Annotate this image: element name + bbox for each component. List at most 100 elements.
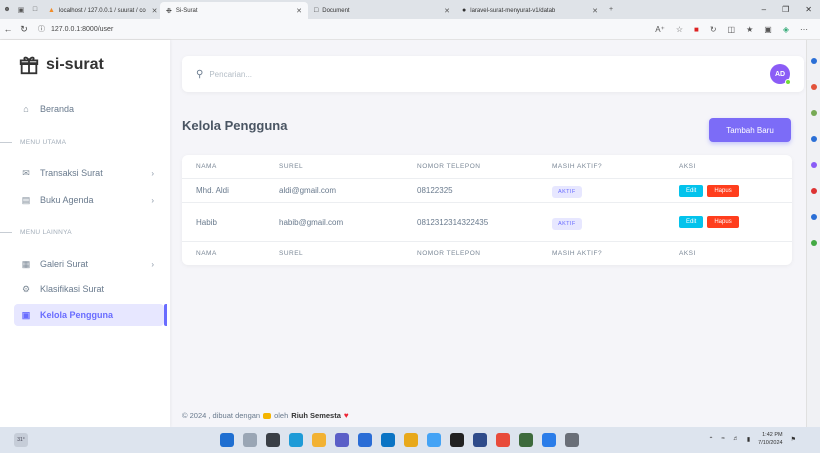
column-header-surel[interactable]: SUREL <box>279 163 303 170</box>
photos-icon[interactable] <box>473 433 487 447</box>
vscode-icon[interactable] <box>358 433 372 447</box>
browser-tab-document[interactable]: □ Document ✕ <box>308 2 456 19</box>
split-screen-icon[interactable]: ◫ <box>728 25 736 34</box>
notification-bell-icon[interactable]: ⚑ <box>791 436 796 443</box>
github-icon: ● <box>462 7 467 14</box>
column-footer-nama: NAMA <box>196 250 217 257</box>
close-window-icon[interactable]: ✕ <box>805 5 812 14</box>
add-user-button[interactable]: Tambah Baru <box>709 118 791 142</box>
sidebar-item-label: Buku Agenda <box>40 195 94 205</box>
wifi-icon[interactable]: ≈ <box>722 436 725 442</box>
edit-button[interactable]: Edit <box>679 216 704 228</box>
sidebar-item-agenda[interactable]: ▤ Buku Agenda › <box>18 189 166 211</box>
cell-telepon: 08122325 <box>417 186 453 195</box>
close-tab-icon[interactable]: ✕ <box>146 7 158 15</box>
tab-actions-icon[interactable]: □ <box>28 6 42 13</box>
column-header-nama[interactable]: NAMA <box>196 163 217 170</box>
outlook-icon[interactable] <box>811 188 817 194</box>
url-text[interactable]: 127.0.0.1:8000/user <box>51 26 113 33</box>
delete-button[interactable]: Hapus <box>707 216 739 228</box>
column-header-telepon[interactable]: NOMOR TELEPON <box>417 163 480 170</box>
collections-icon[interactable]: ▣ <box>764 25 772 34</box>
sidebar-item-transaksi[interactable]: ✉ Transaksi Surat › <box>18 162 166 184</box>
read-aloud-icon[interactable]: A⁺ <box>655 25 665 34</box>
close-tab-icon[interactable]: ✕ <box>438 7 450 15</box>
browser-app-icon[interactable] <box>427 433 441 447</box>
close-tab-icon[interactable]: ✕ <box>586 7 598 15</box>
search-sidebar-icon[interactable] <box>811 58 817 64</box>
back-icon[interactable]: ← <box>0 24 16 34</box>
delete-button[interactable]: Hapus <box>707 184 739 197</box>
brand[interactable]: si-surat <box>18 54 104 76</box>
volume-icon[interactable]: ♬ <box>733 436 739 442</box>
favorites-list-icon[interactable]: ★ <box>746 25 753 34</box>
tab-title: Document <box>322 7 350 14</box>
sidebar-item-galeri[interactable]: ▦ Galeri Surat › <box>18 253 166 275</box>
chrome-icon[interactable] <box>404 433 418 447</box>
tab-title: laravel-surat-menyurat-v1/datab <box>470 7 556 14</box>
footer-author-link[interactable]: Riuh Semesta <box>291 411 341 420</box>
chevron-right-icon: › <box>151 195 154 205</box>
chevron-up-icon[interactable]: ⌃ <box>709 436 714 443</box>
sidebar-item-beranda[interactable]: ⌂ Beranda <box>18 98 166 120</box>
edge-icon[interactable] <box>289 433 303 447</box>
column-header-status[interactable]: MASIH AKTIF? <box>552 163 602 170</box>
sidebar-item-pengguna[interactable]: ▣ Kelola Pengguna <box>14 304 164 326</box>
teams-icon[interactable] <box>335 433 349 447</box>
browser-tab-sisurat[interactable]: ❉ Si-Surat ✕ <box>160 2 308 19</box>
store-icon[interactable] <box>381 433 395 447</box>
file-explorer-icon[interactable] <box>312 433 326 447</box>
chevron-right-icon: › <box>151 168 154 178</box>
search-input[interactable] <box>209 69 410 79</box>
taskbar-search-icon[interactable] <box>243 433 257 447</box>
close-tab-icon[interactable]: ✕ <box>290 7 302 15</box>
avatar[interactable]: AD <box>770 64 791 85</box>
drop-icon[interactable] <box>811 214 817 220</box>
terminal-icon[interactable] <box>565 433 579 447</box>
office-icon[interactable] <box>811 162 817 168</box>
restore-icon[interactable]: ❐ <box>782 5 789 14</box>
workspaces-icon[interactable]: ▣ <box>14 6 28 14</box>
mail-app-icon[interactable] <box>496 433 510 447</box>
minimize-icon[interactable]: – <box>762 5 766 14</box>
sidebar-item-klasifikasi[interactable]: ⚙ Klasifikasi Surat <box>18 278 166 300</box>
add-app-icon[interactable] <box>811 240 817 246</box>
task-view-icon[interactable] <box>266 433 280 447</box>
new-tab-icon[interactable]: + <box>604 6 618 13</box>
sidebar-item-label: Transaksi Surat <box>40 168 103 178</box>
browser-side-panel <box>806 40 820 427</box>
extension-icon[interactable]: ■ <box>694 25 699 34</box>
top-navbar: ⚲ AD <box>182 56 804 92</box>
browser-tab-bar: ☻ ▣ □ ▲ localhost / 127.0.0.1 / suurat /… <box>0 0 820 19</box>
github-desktop-icon[interactable] <box>450 433 464 447</box>
browser-tab-phpmyadmin[interactable]: ▲ localhost / 127.0.0.1 / suurat / co ✕ <box>42 2 160 19</box>
more-icon[interactable]: ⋯ <box>800 25 808 34</box>
start-icon[interactable] <box>220 433 234 447</box>
info-icon[interactable]: ⓘ <box>38 24 45 34</box>
system-tray: ⌃ ≈ ♬ ▮ 1:42 PM 7/10/2024 ⚑ <box>709 431 797 447</box>
gift-logo-icon <box>19 56 39 75</box>
online-status-dot <box>785 79 791 85</box>
shopping-icon[interactable] <box>811 84 817 90</box>
copilot-icon[interactable]: ◈ <box>783 25 789 34</box>
visual-studio-icon[interactable] <box>542 433 556 447</box>
notes-icon[interactable] <box>519 433 533 447</box>
weather-widget-icon[interactable]: 31° <box>14 433 28 447</box>
table-row: Mhd. Aldi aldi@gmail.com 08122325 AKTIF … <box>182 178 792 202</box>
favorite-icon[interactable]: ☆ <box>676 25 683 34</box>
taskbar-clock[interactable]: 1:42 PM 7/10/2024 <box>758 431 782 447</box>
browser-tab-github[interactable]: ● laravel-surat-menyurat-v1/datab ✕ <box>456 2 604 19</box>
avatar-initials: AD <box>774 70 786 78</box>
tools-icon[interactable] <box>811 110 817 116</box>
home-icon: ⌂ <box>23 104 29 114</box>
reload-extension-icon[interactable]: ↻ <box>710 25 717 34</box>
battery-icon[interactable]: ▮ <box>747 436 750 443</box>
sisurat-tab-icon: ❉ <box>166 7 172 15</box>
footer-middle: oleh <box>274 411 289 420</box>
edit-button[interactable]: Edit <box>679 184 704 197</box>
profile-icon[interactable]: ☻ <box>0 6 14 13</box>
refresh-icon[interactable]: ↻ <box>16 24 32 35</box>
menu-header-label: MENU LAINNYA <box>20 229 72 236</box>
column-footer-aksi: AKSI <box>679 250 696 257</box>
games-icon[interactable] <box>811 136 817 142</box>
